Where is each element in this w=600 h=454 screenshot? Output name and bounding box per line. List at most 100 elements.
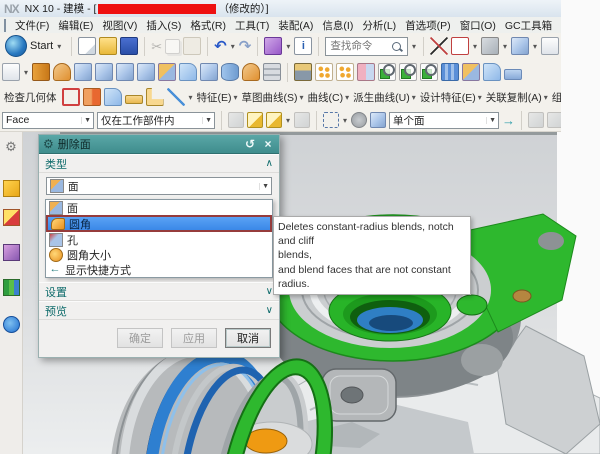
- menu-insert[interactable]: 插入(S): [146, 18, 181, 33]
- selection-scope-combo[interactable]: 仅在工作部件内 ▼: [97, 112, 215, 129]
- stop-at-intersection-button[interactable]: →: [502, 114, 515, 127]
- type-value-combo[interactable]: 面 ▼: [46, 177, 272, 195]
- show-hide-chevron-icon[interactable]: ▾: [286, 42, 290, 51]
- menu-derived-curve-group[interactable]: 派生曲线(U)▾: [353, 90, 417, 105]
- pocket-button[interactable]: [137, 63, 155, 81]
- menu-view[interactable]: 视图(V): [102, 18, 137, 33]
- menu-associative-copy-group[interactable]: 关联复制(A)▾: [486, 90, 549, 105]
- menu-edit[interactable]: 编辑(E): [58, 18, 93, 33]
- select-all-button[interactable]: [294, 112, 310, 128]
- open-file-button[interactable]: [99, 37, 117, 55]
- dialog-reset-button[interactable]: ↺: [243, 137, 257, 151]
- unite-button[interactable]: [378, 63, 396, 81]
- trim-body-button[interactable]: [462, 63, 480, 81]
- deviation-gauge-button[interactable]: [104, 88, 122, 106]
- block-button[interactable]: [74, 63, 92, 81]
- copy-button[interactable]: [165, 39, 180, 54]
- move-handle-button[interactable]: [528, 112, 544, 128]
- constraint-navigator-icon[interactable]: [3, 209, 20, 226]
- feature-group-button[interactable]: [263, 63, 281, 81]
- dart-button[interactable]: [242, 63, 260, 81]
- extrude-button[interactable]: [32, 63, 50, 81]
- start-button[interactable]: Start ▾: [2, 34, 65, 58]
- layout-chevron-icon[interactable]: ▾: [473, 42, 477, 51]
- part-navigator-icon[interactable]: [3, 244, 20, 261]
- pattern-geometry-button[interactable]: [336, 63, 354, 81]
- curve-analysis-button[interactable]: [167, 88, 185, 106]
- menu-feature-group[interactable]: 特征(E)▾: [197, 90, 239, 105]
- menu-combine-group[interactable]: 组合(B)▾: [552, 90, 561, 105]
- menu-window[interactable]: 窗口(O): [460, 18, 496, 33]
- menu-design-feature-group[interactable]: 设计特征(E)▾: [420, 90, 483, 105]
- pad-button[interactable]: [221, 63, 239, 81]
- dialog-header[interactable]: ⚙ 删除面 ↺ ×: [39, 135, 279, 154]
- settings-section-header[interactable]: 设置 ∨: [39, 282, 279, 301]
- paste-button[interactable]: [183, 37, 201, 55]
- simple-interference-button[interactable]: [83, 88, 101, 106]
- dropdown-item-hole[interactable]: 孔: [46, 232, 272, 247]
- menu-analysis[interactable]: 分析(L): [362, 18, 396, 33]
- snap-point-button[interactable]: [228, 112, 244, 128]
- menu-file[interactable]: 文件(F): [15, 18, 49, 33]
- dropdown-item-blend-size[interactable]: 圆角大小: [46, 247, 272, 262]
- clip-section-button[interactable]: [541, 37, 559, 55]
- pattern-feature-button[interactable]: [315, 63, 333, 81]
- view-chevron-icon[interactable]: ▾: [533, 42, 537, 51]
- subtract-button[interactable]: [399, 63, 417, 81]
- new-file-button[interactable]: [78, 37, 96, 55]
- ok-button[interactable]: 确定: [117, 328, 163, 348]
- assembly-navigator-icon[interactable]: [3, 180, 20, 197]
- information-window-button[interactable]: i: [294, 37, 312, 55]
- menu-format[interactable]: 格式(R): [190, 18, 226, 33]
- cut-button[interactable]: ✂: [151, 40, 162, 53]
- highlight-button[interactable]: [247, 112, 263, 128]
- dropdown-item-show-shortcuts[interactable]: ← 显示快捷方式: [46, 262, 272, 277]
- marquee-chevron-icon[interactable]: ▾: [343, 116, 347, 125]
- marquee-select-button[interactable]: [323, 112, 339, 128]
- analysis-chevron-icon[interactable]: ▾: [189, 93, 193, 102]
- search-chevron-icon[interactable]: ▾: [412, 42, 416, 51]
- type-section-header[interactable]: 类型 ∧: [39, 154, 279, 173]
- examine-geometry-icon[interactable]: [62, 88, 80, 106]
- face-rule-combo[interactable]: 单个面 ▼: [389, 112, 499, 129]
- reuse-library-icon[interactable]: [3, 279, 20, 296]
- type-filter-combo[interactable]: Face ▼: [2, 112, 94, 129]
- apply-button[interactable]: 应用: [171, 328, 217, 348]
- highlight-chevron-icon[interactable]: ▾: [286, 116, 290, 125]
- dropdown-item-blend[interactable]: 圆角: [46, 215, 272, 232]
- window-layout-button[interactable]: [451, 37, 469, 55]
- mirror-feature-button[interactable]: [357, 63, 375, 81]
- show-hide-button[interactable]: [264, 37, 282, 55]
- command-finder[interactable]: [325, 37, 408, 56]
- highlight-related-button[interactable]: [266, 112, 282, 128]
- save-button[interactable]: [120, 37, 138, 55]
- thicken-button[interactable]: [504, 69, 522, 80]
- undo-button[interactable]: ↶: [214, 39, 227, 54]
- menu-assemblies[interactable]: 装配(A): [278, 18, 313, 33]
- view-orient-cube-button[interactable]: [511, 37, 529, 55]
- snapshot-chevron-icon[interactable]: ▾: [503, 42, 507, 51]
- undo-chevron-icon[interactable]: ▾: [231, 42, 235, 51]
- menu-tools[interactable]: 工具(T): [235, 18, 269, 33]
- rotate-handle-button[interactable]: [547, 112, 561, 128]
- dialog-close-button[interactable]: ×: [261, 137, 275, 151]
- intersect-button[interactable]: [420, 63, 438, 81]
- roles-gear-icon[interactable]: ⚙: [4, 139, 19, 154]
- datum-csys-button[interactable]: [430, 37, 448, 55]
- examine-geometry-label[interactable]: 检查几何体: [4, 90, 57, 105]
- cancel-button[interactable]: 取消: [225, 328, 271, 348]
- boss-button[interactable]: [116, 63, 134, 81]
- redo-button[interactable]: ↷: [239, 39, 252, 54]
- menu-preferences[interactable]: 首选项(P): [405, 18, 451, 33]
- dropdown-item-face[interactable]: 面: [46, 200, 272, 215]
- menu-gc-toolbox[interactable]: GC工具箱: [505, 18, 552, 33]
- revolve-button[interactable]: [53, 63, 71, 81]
- sew-button[interactable]: [441, 63, 459, 81]
- measure-angle-button[interactable]: [146, 88, 164, 106]
- menu-information[interactable]: 信息(I): [322, 18, 353, 33]
- search-input[interactable]: [328, 39, 392, 53]
- soft-pick-button[interactable]: [351, 112, 367, 128]
- solid-body-filter-button[interactable]: [370, 112, 386, 128]
- preview-section-header[interactable]: 预览 ∨: [39, 301, 279, 320]
- menu-curve-group[interactable]: 曲线(C)▾: [308, 90, 351, 105]
